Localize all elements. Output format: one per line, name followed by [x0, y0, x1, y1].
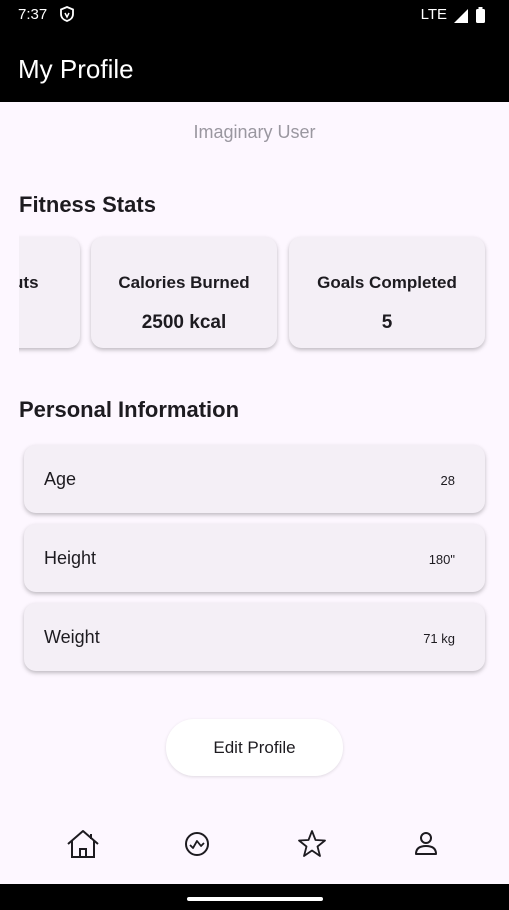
page-title: My Profile — [18, 54, 134, 84]
stat-card-workouts[interactable]: Workouts 120 — [19, 237, 80, 348]
personal-information-heading: Personal Information — [19, 397, 240, 422]
status-bar: 7:37 LTE — [0, 0, 509, 32]
fitness-stats-heading: Fitness Stats — [19, 192, 156, 217]
info-value: 180" — [428, 552, 455, 567]
battery-icon — [476, 7, 485, 23]
info-row-weight[interactable]: Weight 71 kg — [24, 603, 485, 671]
stat-value: 5 — [381, 312, 393, 333]
nav-favorites[interactable] — [292, 824, 332, 864]
stat-card-goals-completed[interactable]: Goals Completed 5 — [289, 237, 485, 348]
home-gesture-handle[interactable] — [187, 897, 323, 901]
info-label: Height — [44, 548, 97, 568]
status-time: 7:37 — [18, 6, 48, 23]
stat-card-calories-burned[interactable]: Calories Burned 2500 kcal — [91, 237, 277, 348]
network-type: LTE — [420, 6, 447, 23]
person-icon — [406, 832, 446, 868]
bottom-navigation — [0, 800, 509, 884]
nav-home[interactable] — [63, 824, 103, 864]
nav-activity[interactable] — [177, 824, 217, 864]
stat-value: 2500 kcal — [141, 312, 227, 333]
signal-icon — [453, 8, 469, 24]
nav-profile[interactable] — [406, 824, 446, 864]
gesture-navigation-bar — [0, 884, 509, 910]
stat-label: Calories Burned — [118, 273, 250, 292]
stat-value: 120 — [19, 312, 80, 334]
fitness-stats-carousel[interactable]: Workouts 120 Calories Burned 2500 kcal G… — [19, 226, 509, 361]
info-label: Age — [44, 469, 77, 489]
stat-label: Goals Completed — [317, 273, 457, 292]
vpn-shield-icon — [60, 6, 74, 22]
stat-label: Workouts — [19, 273, 39, 292]
home-icon — [63, 830, 103, 868]
edit-profile-button[interactable]: Edit Profile — [166, 719, 343, 776]
info-row-height[interactable]: Height 180" — [24, 524, 485, 592]
info-value: 71 kg — [423, 631, 455, 646]
app-bar: My Profile — [0, 32, 509, 102]
info-value: 28 — [440, 473, 455, 488]
user-name: Imaginary User — [193, 122, 316, 142]
info-row-age[interactable]: Age 28 — [24, 445, 485, 513]
star-icon — [292, 830, 332, 868]
info-label: Weight — [44, 627, 100, 647]
activity-icon — [177, 832, 217, 868]
